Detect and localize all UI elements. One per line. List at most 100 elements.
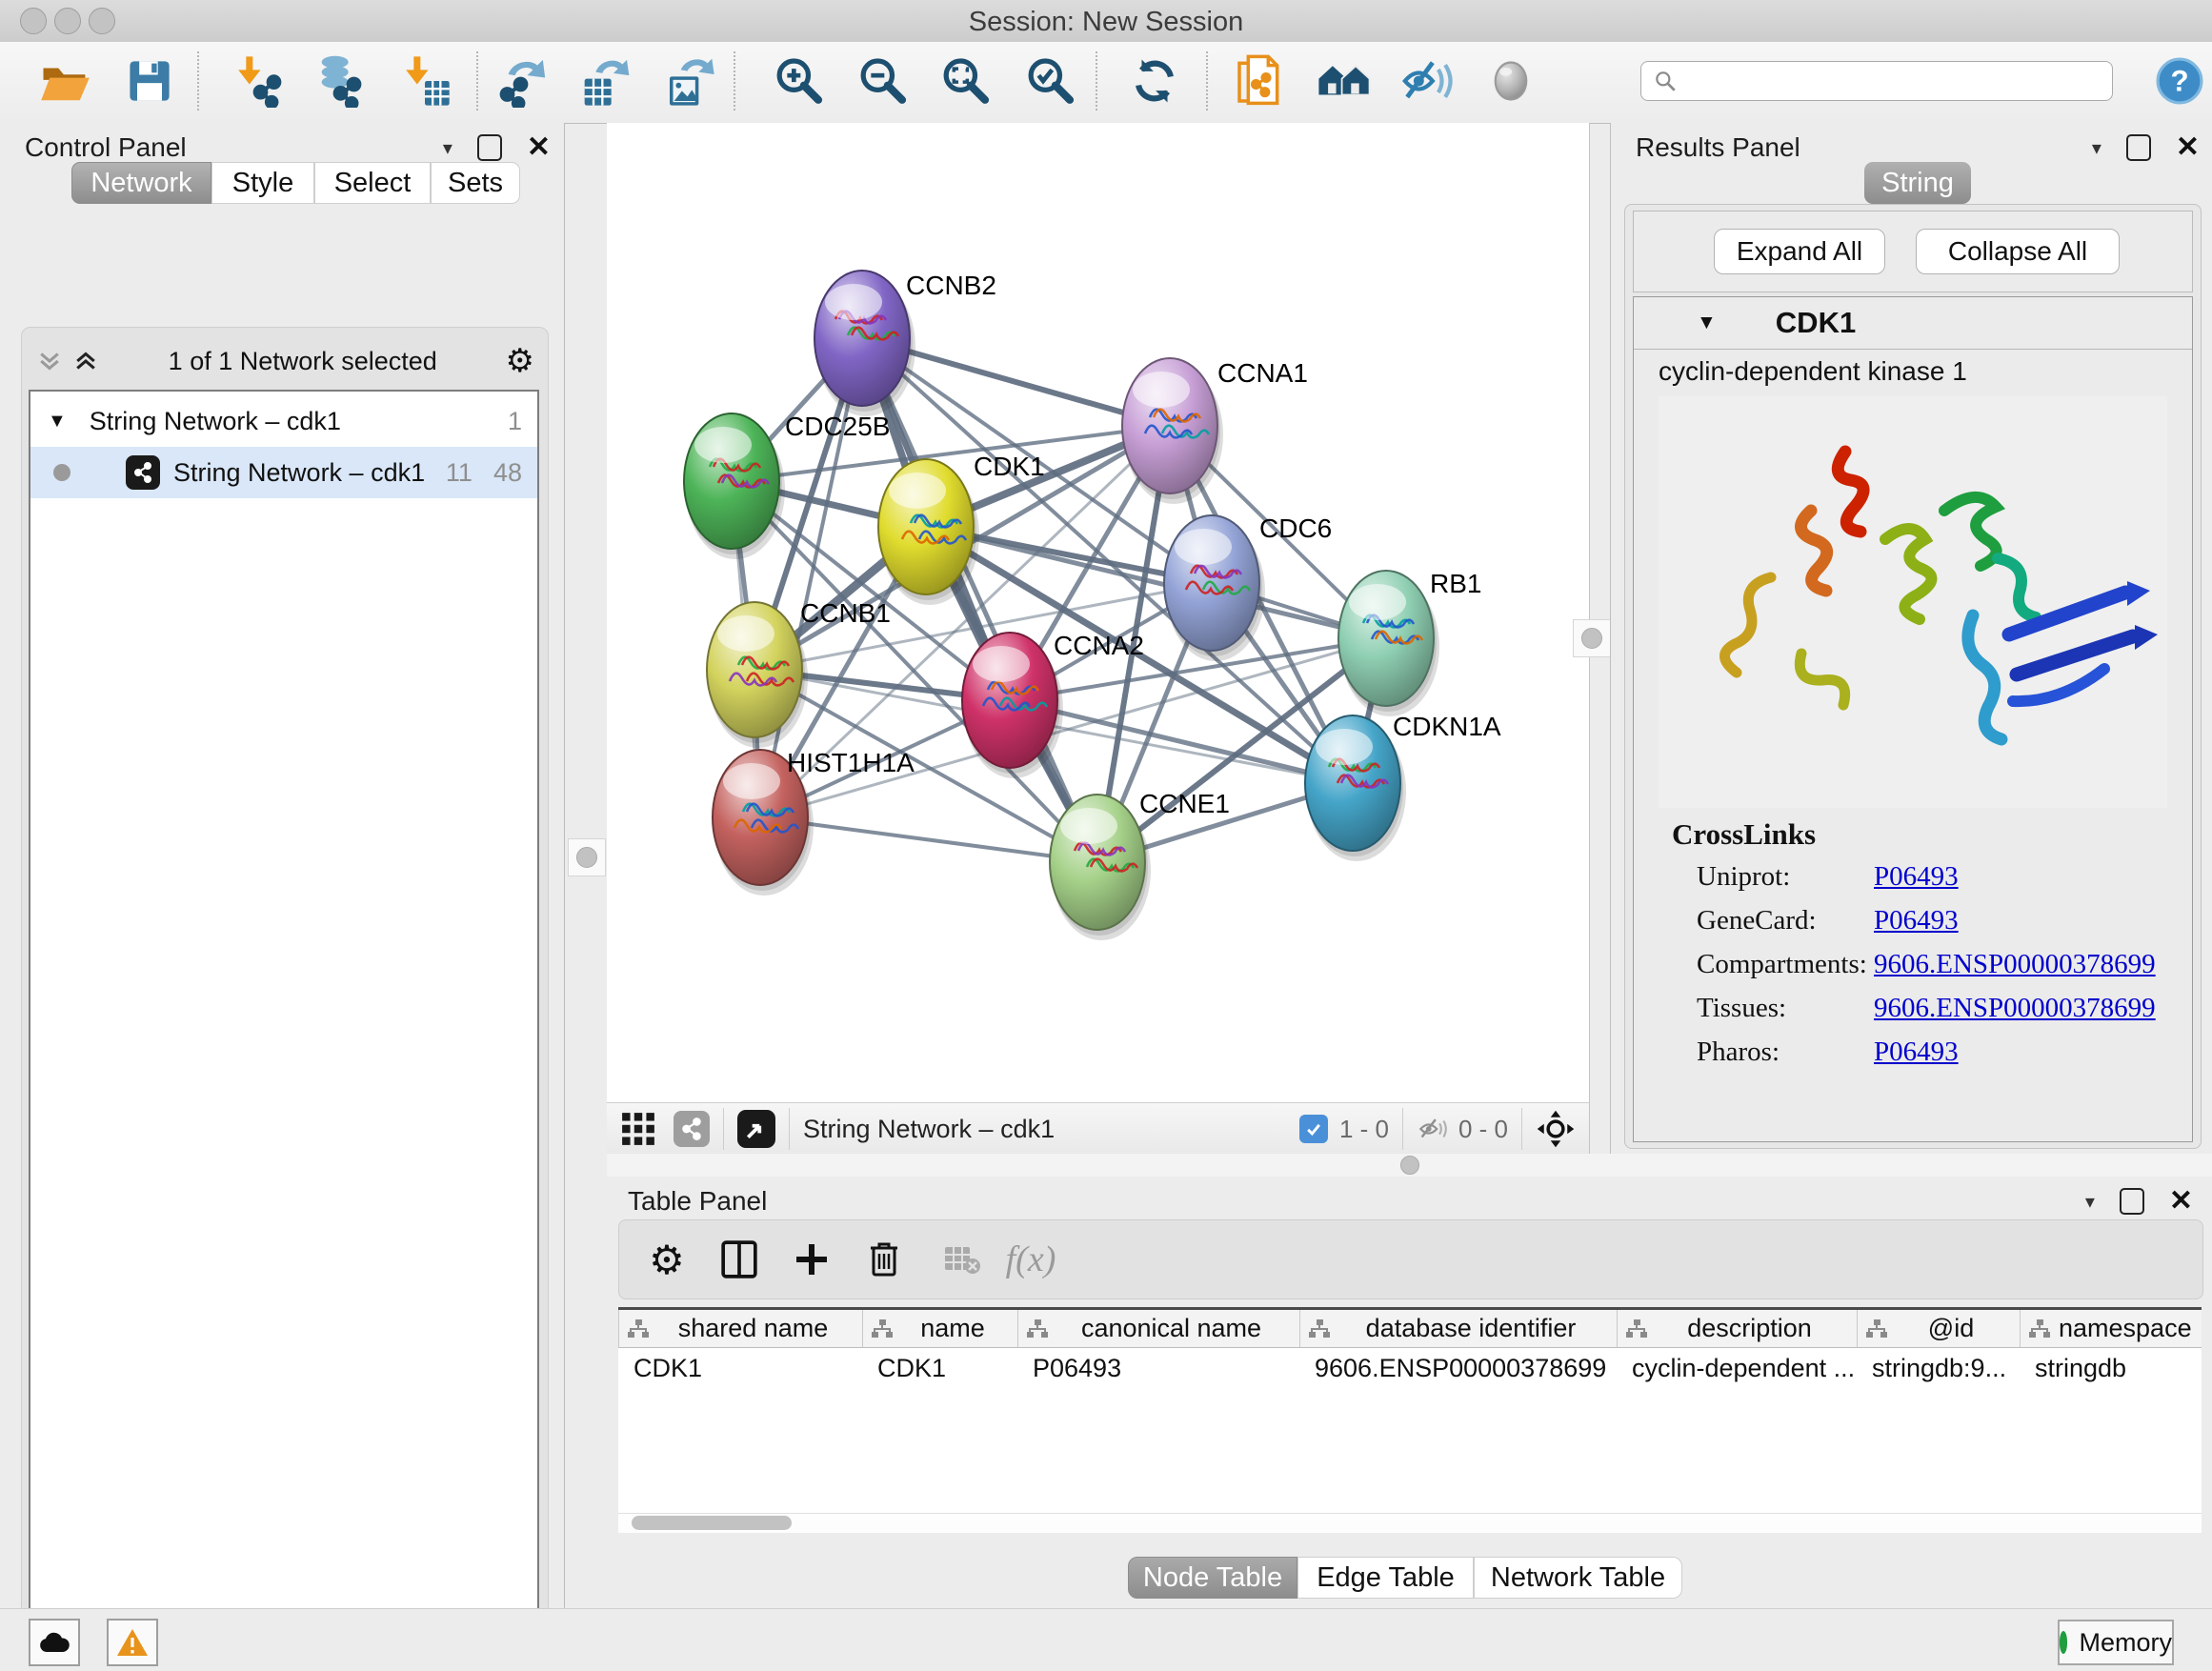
pan-crosshair-icon[interactable] [1536, 1109, 1576, 1149]
search-icon [1653, 69, 1678, 93]
export-image-icon[interactable] [659, 49, 720, 113]
warning-button[interactable] [107, 1619, 158, 1666]
panel-float-icon[interactable] [477, 134, 502, 161]
network-node-CDKN1A[interactable] [1305, 715, 1406, 861]
search-input[interactable] [1640, 61, 2113, 101]
table-cell[interactable]: stringdb:9... [1857, 1348, 2020, 1388]
panel-collapse-icon[interactable]: ▾ [2092, 136, 2101, 160]
crosslink-link[interactable]: P06493 [1874, 905, 1959, 936]
table-cell[interactable]: 9606.ENSP00000378699 [1299, 1348, 1617, 1388]
table-cell[interactable]: P06493 [1017, 1348, 1299, 1388]
column-header-database-identifier[interactable]: database identifier [1299, 1310, 1617, 1348]
network-row[interactable]: String Network – cdk1 11 48 [30, 447, 537, 498]
table-cell[interactable]: stringdb [2020, 1348, 2202, 1388]
network-options-gear-icon[interactable]: ⚙ [506, 342, 534, 380]
left-splitter-handle[interactable] [568, 838, 606, 876]
import-network-icon[interactable] [227, 49, 288, 113]
table-cell[interactable]: CDK1 [618, 1348, 862, 1388]
column-header-namespace[interactable]: namespace [2020, 1310, 2202, 1348]
open-session-icon[interactable] [34, 49, 95, 113]
table-horizontal-scrollbar[interactable] [618, 1513, 2202, 1533]
scrollbar-thumb[interactable] [632, 1516, 792, 1530]
grid-view-icon[interactable] [620, 1111, 656, 1147]
import-network-from-database-icon[interactable] [307, 49, 368, 113]
crosslink-link[interactable]: 9606.ENSP00000378699 [1874, 993, 2156, 1024]
network-node-RB1[interactable] [1338, 571, 1439, 716]
collapse-all-button[interactable]: Collapse All [1916, 229, 2120, 274]
expand-all-button[interactable]: Expand All [1714, 229, 1885, 274]
delete-columns-icon[interactable] [855, 1220, 913, 1299]
export-network-icon[interactable] [493, 49, 554, 113]
crosslink-link[interactable]: P06493 [1874, 1037, 1959, 1068]
network-node-CDC25B[interactable] [684, 413, 785, 559]
panel-close-icon[interactable]: ✕ [2169, 1190, 2193, 1213]
tab-style[interactable]: Style [211, 162, 314, 204]
tab-node-table[interactable]: Node Table [1128, 1557, 1297, 1599]
tab-string[interactable]: String [1864, 162, 1971, 204]
cloud-icon [38, 1631, 70, 1654]
expand-all-icon[interactable] [71, 347, 100, 375]
network-node-CCNB1[interactable] [707, 602, 808, 748]
svg-text:HIST1H1A: HIST1H1A [787, 748, 915, 777]
cloud-button[interactable] [29, 1619, 80, 1666]
tab-network[interactable]: Network [71, 162, 211, 204]
network-node-CDC6[interactable] [1164, 515, 1265, 661]
home-networks-icon[interactable] [1314, 49, 1375, 113]
zoom-fit-icon[interactable] [935, 49, 995, 113]
panel-close-icon[interactable]: ✕ [527, 136, 551, 159]
show-columns-icon[interactable] [711, 1220, 768, 1299]
save-session-icon[interactable] [119, 49, 180, 113]
gene-expander-icon[interactable]: ▼ [1697, 312, 1717, 334]
birdseye-view-icon[interactable] [737, 1110, 775, 1148]
tab-network-table[interactable]: Network Table [1474, 1557, 1682, 1599]
hide-glass-icon[interactable] [1398, 49, 1458, 113]
column-header-name[interactable]: name [862, 1310, 1017, 1348]
table-cell[interactable]: CDK1 [862, 1348, 1017, 1388]
import-table-icon[interactable] [394, 49, 455, 113]
horizontal-splitter[interactable] [607, 1154, 2212, 1177]
memory-status-dot [2060, 1631, 2067, 1654]
tab-sets[interactable]: Sets [431, 162, 520, 204]
crosslinks-heading: CrossLinks [1672, 817, 1816, 852]
right-splitter-handle[interactable] [1573, 619, 1611, 657]
network-node-CCNB2[interactable] [814, 271, 915, 416]
collapse-all-icon[interactable] [35, 347, 64, 375]
tree-expander-icon[interactable]: ▼ [48, 411, 67, 433]
hidden-items-icon[interactable] [1417, 1113, 1449, 1145]
column-header--id[interactable]: @id [1857, 1310, 2020, 1348]
zoom-selected-icon[interactable] [1019, 49, 1080, 113]
gene-section-header[interactable]: ▼ CDK1 [1634, 297, 2192, 350]
panel-collapse-icon[interactable]: ▾ [2085, 1190, 2095, 1214]
column-header-shared-name[interactable]: shared name [618, 1310, 862, 1348]
create-column-icon[interactable] [783, 1220, 840, 1299]
zoom-in-icon[interactable] [768, 49, 829, 113]
tab-edge-table[interactable]: Edge Table [1297, 1557, 1474, 1599]
panel-float-icon[interactable] [2120, 1188, 2144, 1215]
network-canvas[interactable]: CCNB2CCNA1CDC25BCDK1CDC6RB1CCNB1CCNA2CDK… [607, 123, 1590, 1102]
memory-button[interactable]: Memory [2058, 1620, 2174, 1665]
string-document-icon[interactable] [1229, 49, 1290, 113]
table-cell[interactable]: cyclin-dependent ... [1617, 1348, 1857, 1388]
gene-symbol: CDK1 [1776, 306, 1856, 340]
crosslink-link[interactable]: 9606.ENSP00000378699 [1874, 949, 2156, 980]
panel-close-icon[interactable]: ✕ [2176, 136, 2200, 159]
panel-collapse-icon[interactable]: ▾ [443, 136, 452, 160]
export-table-icon[interactable] [576, 49, 637, 113]
panel-float-icon[interactable] [2126, 134, 2151, 161]
network-collection-row[interactable]: ▼ String Network – cdk1 1 [30, 395, 537, 447]
sphere-icon[interactable] [1480, 49, 1541, 113]
network-share-icon[interactable] [674, 1111, 710, 1147]
tab-select[interactable]: Select [314, 162, 431, 204]
zoom-out-icon[interactable] [852, 49, 913, 113]
selected-counts: 1 - 0 [1339, 1115, 1389, 1144]
svg-text:RB1: RB1 [1430, 569, 1481, 598]
refresh-icon[interactable] [1124, 49, 1185, 113]
network-node-CCNE1[interactable] [1050, 795, 1151, 940]
crosslink-link[interactable]: P06493 [1874, 861, 1959, 893]
column-header-canonical-name[interactable]: canonical name [1017, 1310, 1299, 1348]
table-options-gear-icon[interactable]: ⚙ [638, 1220, 695, 1299]
column-header-description[interactable]: description [1617, 1310, 1857, 1348]
help-icon[interactable]: ? [2149, 49, 2210, 113]
netbar-separator [1402, 1108, 1403, 1150]
selected-checkbox-icon[interactable] [1299, 1115, 1328, 1143]
